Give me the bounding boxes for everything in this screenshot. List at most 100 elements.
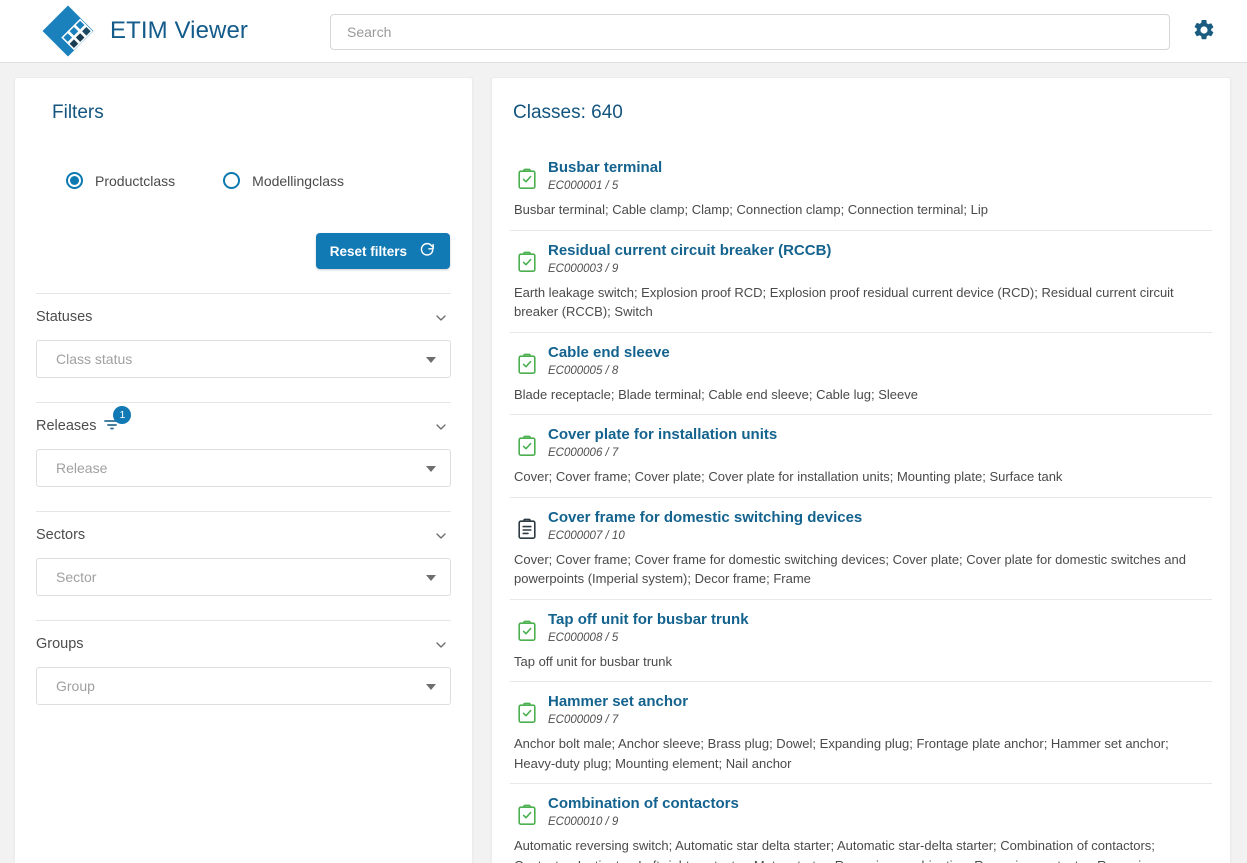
classes-panel: Classes: 640 Busbar terminal EC000001 / 5… xyxy=(491,77,1231,863)
class-item-synonyms: Cover; Cover frame; Cover plate; Cover p… xyxy=(514,467,1212,487)
refresh-icon xyxy=(419,241,436,261)
filter-section-sectors: Sectors Sector xyxy=(36,512,451,596)
radio-selected-icon xyxy=(66,172,83,189)
filter-section-sectors-header[interactable]: Sectors xyxy=(36,512,451,558)
class-list-item: Combination of contactors EC000010 / 9 Aut… xyxy=(510,784,1212,863)
app-header: ETIM Viewer xyxy=(0,0,1247,63)
filters-panel: Filters Productclass Modellingclass Rese… xyxy=(14,77,473,863)
class-item-synonyms: Anchor bolt male; Anchor sleeve; Brass p… xyxy=(514,734,1212,773)
class-item-body: Cable end sleeveEC000005 / 8Blade recept… xyxy=(544,343,1212,405)
class-list: Busbar terminal EC000001 / 5 Busbar termin… xyxy=(510,150,1212,863)
filter-section-releases: Releases 1 Release xyxy=(36,403,451,487)
class-status-select[interactable]: Class status xyxy=(36,340,451,378)
class-item-body: Hammer set anchorEC000009 / 7Anchor bolt… xyxy=(544,692,1212,773)
class-list-item: Residual current circuit breaker (RCCB) E… xyxy=(510,231,1212,333)
chevron-down-icon xyxy=(433,310,449,331)
caret-down-icon xyxy=(426,575,436,581)
filter-section-statuses: Statuses Class status xyxy=(36,294,451,378)
class-list-item: Tap off unit for busbar trunk EC000008 / … xyxy=(510,600,1212,683)
reset-filters-row: Reset filters xyxy=(36,233,451,269)
radio-productclass[interactable]: Productclass xyxy=(66,172,175,189)
chevron-down-icon xyxy=(433,637,449,658)
filter-section-sectors-title: Sectors xyxy=(36,527,85,543)
filter-section-statuses-header[interactable]: Statuses xyxy=(36,294,451,340)
filter-section-groups-header[interactable]: Groups xyxy=(36,621,451,667)
class-item-synonyms: Busbar terminal; Cable clamp; Clamp; Con… xyxy=(514,200,1212,220)
filter-section-statuses-title: Statuses xyxy=(36,309,92,325)
class-item-body: Tap off unit for busbar trunk EC000008 / … xyxy=(544,610,1212,672)
app-title: ETIM Viewer xyxy=(110,17,248,45)
class-item-body: Combination of contactorsEC000010 / 9Aut… xyxy=(544,794,1212,863)
class-item-synonyms: Blade receptacle; Blade terminal; Cable … xyxy=(514,385,1212,405)
clipboard-check-icon xyxy=(510,794,544,826)
reset-filters-button[interactable]: Reset filters xyxy=(316,233,450,269)
group-select[interactable]: Group xyxy=(36,667,451,705)
class-item-name-link[interactable]: Cable end sleeve xyxy=(548,343,670,362)
class-item-synonyms: Cover; Cover frame; Cover frame for dome… xyxy=(514,550,1212,589)
class-item-code: EC000001 / 5 xyxy=(548,180,1212,192)
class-item-name-link[interactable]: Cover frame for domestic switching devic… xyxy=(548,508,862,527)
active-filter-indicator: 1 xyxy=(104,416,130,436)
release-select[interactable]: Release xyxy=(36,449,451,487)
class-item-name-link[interactable]: Combination of contactors xyxy=(548,794,739,813)
class-item-name-link[interactable]: Busbar terminal xyxy=(548,158,662,177)
class-item-body: Residual current circuit breaker (RCCB) E… xyxy=(544,241,1212,322)
class-list-item: Cover plate for installation units EC0000… xyxy=(510,415,1212,498)
etim-diamond-logo-icon xyxy=(40,3,96,59)
sector-select-placeholder: Sector xyxy=(56,569,96,585)
clipboard-check-icon xyxy=(510,425,544,457)
filters-title: Filters xyxy=(52,102,451,124)
settings-button[interactable] xyxy=(1191,18,1217,44)
class-item-code: EC000010 / 9 xyxy=(548,816,1212,828)
class-type-radio-group: Productclass Modellingclass xyxy=(66,172,451,189)
class-item-synonyms: Earth leakage switch; Explosion proof RC… xyxy=(514,283,1212,322)
class-item-code: EC000009 / 7 xyxy=(548,714,1212,726)
gear-icon xyxy=(1192,18,1216,45)
class-item-synonyms: Automatic reversing switch; Automatic st… xyxy=(514,836,1212,863)
clipboard-check-icon xyxy=(510,692,544,724)
class-item-name-link[interactable]: Hammer set anchor xyxy=(548,692,688,711)
class-list-item: Cable end sleeveEC000005 / 8Blade recept… xyxy=(510,333,1212,416)
classes-heading: Classes: 640 xyxy=(513,102,1212,124)
class-item-body: Cover plate for installation units EC0000… xyxy=(544,425,1212,487)
class-item-body: Busbar terminalEC000001 / 5Busbar termin… xyxy=(544,158,1212,220)
class-item-code: EC000003 / 9 xyxy=(548,263,1212,275)
filter-section-groups: Groups Group xyxy=(36,621,451,705)
radio-modellingclass-label: Modellingclass xyxy=(252,173,344,189)
sector-select[interactable]: Sector xyxy=(36,558,451,596)
reset-filters-label: Reset filters xyxy=(330,244,407,259)
clipboard-check-icon xyxy=(510,158,544,190)
class-item-body: Cover frame for domestic switching devic… xyxy=(544,508,1212,589)
class-item-name-link[interactable]: Tap off unit for busbar trunk xyxy=(548,610,749,629)
class-list-item: Busbar terminal EC000001 / 5 Busbar termin… xyxy=(510,150,1212,231)
class-item-synonyms: Tap off unit for busbar trunk xyxy=(514,652,1212,672)
caret-down-icon xyxy=(426,357,436,363)
class-list-item: Cover frame for domestic switching devic… xyxy=(510,498,1212,600)
clipboard-list-icon xyxy=(510,508,544,540)
class-status-select-placeholder: Class status xyxy=(56,351,132,367)
releases-filter-count-badge: 1 xyxy=(113,406,131,424)
caret-down-icon xyxy=(426,466,436,472)
clipboard-check-icon xyxy=(510,241,544,273)
search-input[interactable] xyxy=(330,14,1170,50)
caret-down-icon xyxy=(426,684,436,690)
radio-productclass-label: Productclass xyxy=(95,173,175,189)
class-item-code: EC000007 / 10 xyxy=(548,530,1212,542)
filter-section-releases-title: Releases xyxy=(36,418,96,434)
clipboard-check-icon xyxy=(510,343,544,375)
class-item-name-link[interactable]: Cover plate for installation units xyxy=(548,425,777,444)
filter-section-releases-header[interactable]: Releases 1 xyxy=(36,403,451,449)
filter-section-groups-title: Groups xyxy=(36,636,84,652)
radio-modellingclass[interactable]: Modellingclass xyxy=(223,172,344,189)
chevron-down-icon xyxy=(433,528,449,549)
group-select-placeholder: Group xyxy=(56,678,95,694)
class-list-item: Hammer set anchor EC000009 / 7 Anchor bolt… xyxy=(510,682,1212,784)
radio-unselected-icon xyxy=(223,172,240,189)
chevron-down-icon xyxy=(433,419,449,440)
page-body: Filters Productclass Modellingclass Rese… xyxy=(0,63,1247,863)
class-item-name-link[interactable]: Residual current circuit breaker (RCCB) xyxy=(548,241,831,260)
clipboard-check-icon xyxy=(510,610,544,642)
class-item-code: EC000006 / 7 xyxy=(548,447,1212,459)
release-select-placeholder: Release xyxy=(56,460,107,476)
class-item-code: EC000008 / 5 xyxy=(548,632,1212,644)
